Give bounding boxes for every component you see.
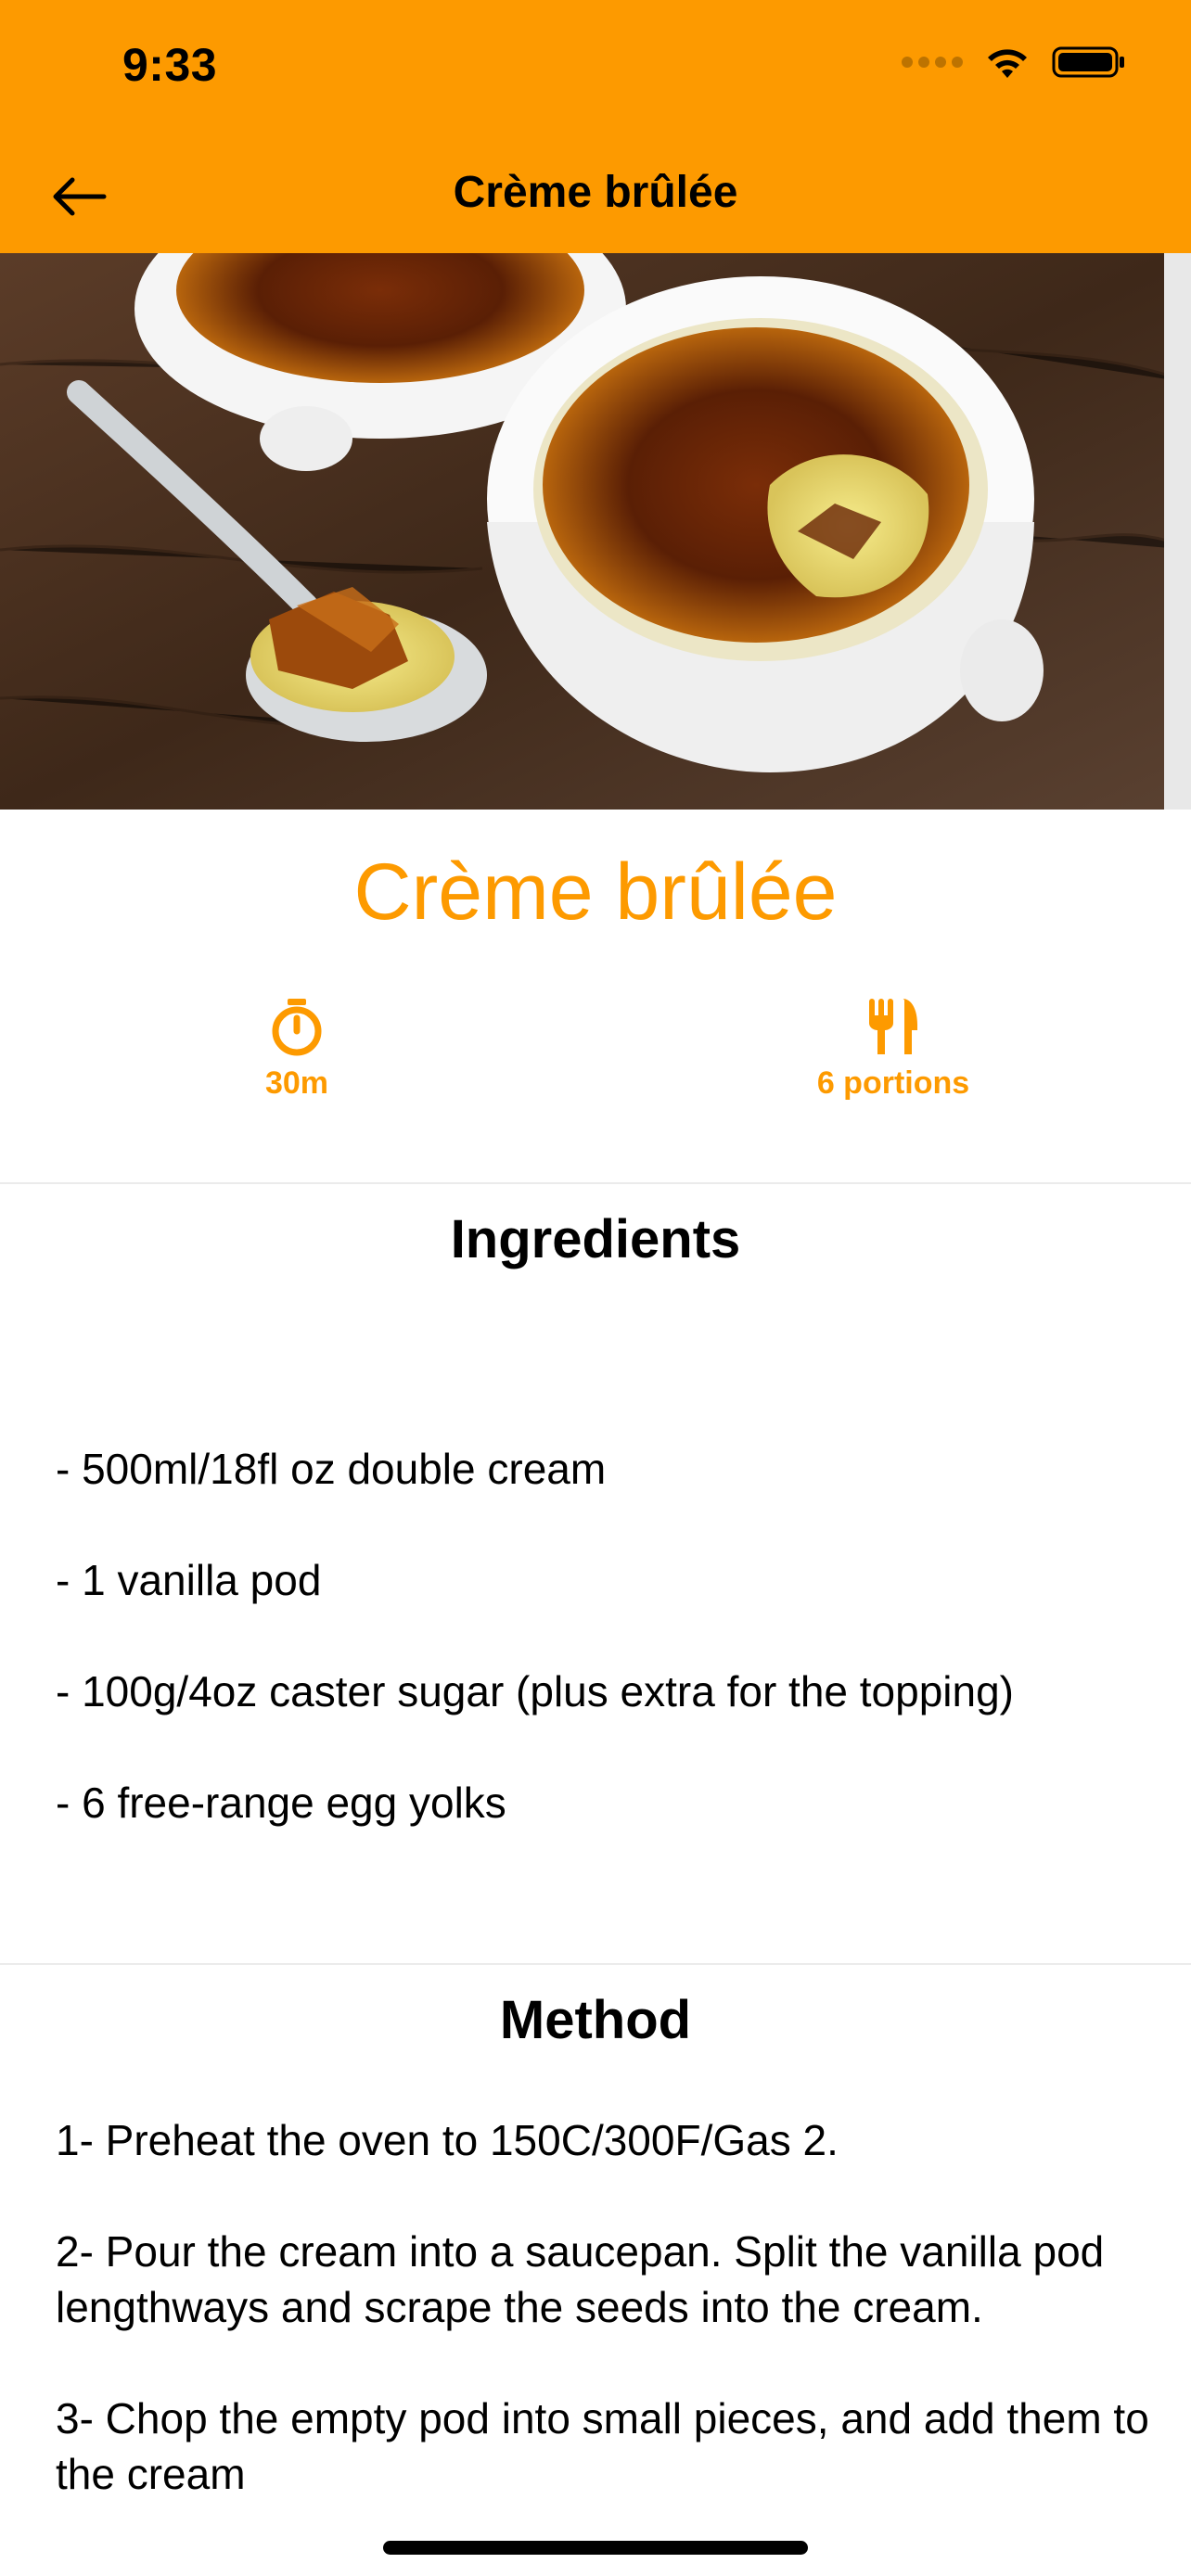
divider <box>0 1182 1191 1184</box>
status-time: 9:33 <box>122 39 218 91</box>
cook-time-label: 30m <box>264 1065 329 1101</box>
battery-icon <box>1052 46 1124 78</box>
method-step: 1- Preheat the oven to 150C/300F/Gas 2. <box>56 2116 839 2164</box>
ingredient-item: - 1 vanilla pod <box>56 1556 322 1604</box>
ingredient-item: - 6 free-range egg yolks <box>56 1779 506 1827</box>
cook-time: 30m <box>158 997 436 1102</box>
recipe-title: Crème brûlée <box>353 848 838 937</box>
portions: 6 portions <box>754 997 1032 1102</box>
fork-knife-icon <box>869 999 917 1054</box>
ingredient-item: - 500ml/18fl oz double cream <box>56 1445 607 1493</box>
wifi-icon <box>988 49 1027 78</box>
ingredients-heading: Ingredients <box>450 1209 741 1269</box>
ingredients-list: - 500ml/18fl oz double cream - 1 vanilla… <box>56 1441 1150 1886</box>
method-step: 3- Chop the empty pod into small pieces,… <box>56 2394 1149 2498</box>
method-heading: Method <box>499 1990 692 2050</box>
nav-title: Crème brûlée <box>453 168 738 217</box>
method-steps: 1- Preheat the oven to 150C/300F/Gas 2. … <box>56 2112 1150 2541</box>
portions-label: 6 portions <box>816 1065 970 1101</box>
app-header: 9:33 Crème brûlée <box>0 0 1191 253</box>
recipe-photo <box>0 253 1191 810</box>
method-step: 2- Pour the cream into a saucepan. Split… <box>56 2227 1105 2331</box>
signal-icon <box>902 57 963 68</box>
ingredient-item: - 100g/4oz caster sugar (plus extra for … <box>56 1667 1015 1715</box>
stopwatch-icon <box>272 999 322 1056</box>
status-icons <box>902 45 1126 80</box>
home-indicator[interactable] <box>383 2541 808 2555</box>
divider <box>0 1963 1191 1965</box>
